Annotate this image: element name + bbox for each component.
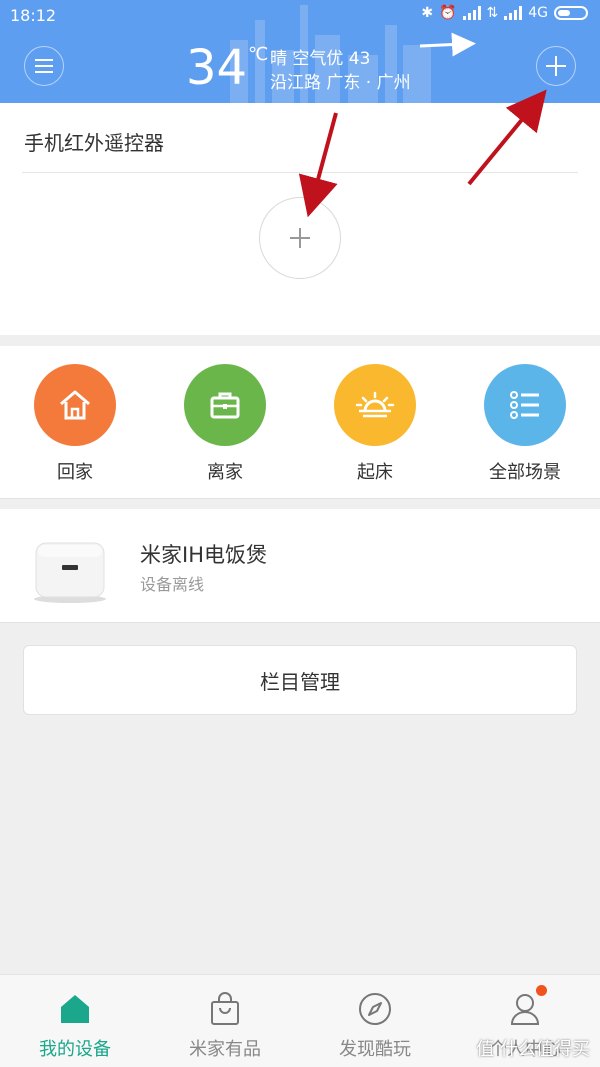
rice-cooker-icon <box>34 542 106 603</box>
alarm-icon: ⏰ <box>439 5 457 21</box>
scene-label: 回家 <box>57 462 93 483</box>
location: 沿江路 广东 · 广州 <box>270 73 411 93</box>
scene-all[interactable]: 全部场景 <box>465 364 585 484</box>
menu-button[interactable] <box>24 46 64 86</box>
scene-label: 起床 <box>357 462 393 483</box>
bluetooth-icon: ✱ <box>421 5 434 21</box>
temperature: 34 <box>186 40 248 96</box>
tab-my-devices[interactable]: 我的设备 <box>0 975 150 1067</box>
tab-label: 米家有品 <box>189 1039 261 1060</box>
ir-remote-card: 手机红外遥控器 <box>0 103 600 335</box>
device-row[interactable]: 米家IH电饭煲 设备离线 <box>0 509 600 623</box>
shopping-bag-icon <box>200 989 250 1029</box>
scene-leave[interactable]: 离家 <box>165 364 285 484</box>
scenes-card: 回家 离家 起床 全部场景 <box>0 346 600 499</box>
scene-label: 全部场景 <box>489 462 561 483</box>
ir-remote-title: 手机红外遥控器 <box>24 131 164 155</box>
device-status: 设备离线 <box>140 575 205 594</box>
temperature-unit: ℃ <box>248 44 269 65</box>
status-bar: 18:12 ✱ ⏰ ⇅ 4G <box>0 0 600 32</box>
weather-summary: 晴 空气优 43 <box>270 49 371 69</box>
signal-icon-2 <box>504 6 523 20</box>
battery-icon <box>554 6 588 20</box>
device-name: 米家IH电饭煲 <box>140 543 267 567</box>
manage-sections-button[interactable]: 栏目管理 <box>23 645 577 715</box>
scene-home[interactable]: 回家 <box>15 364 135 484</box>
tab-mijia-store[interactable]: 米家有品 <box>150 975 300 1067</box>
compass-icon <box>350 989 400 1029</box>
briefcase-icon <box>184 364 266 446</box>
signal-icon <box>462 6 481 20</box>
menu-icon <box>35 59 53 73</box>
watermark: 值 什么值得买 <box>476 1039 590 1060</box>
data-transfer-icon: ⇅ <box>486 5 499 21</box>
home-tab-icon <box>50 989 100 1029</box>
notification-dot <box>536 985 547 996</box>
plus-icon <box>290 228 310 248</box>
plus-icon <box>546 56 566 76</box>
status-time: 18:12 <box>10 6 57 25</box>
status-icons: ✱ ⏰ ⇅ 4G <box>421 5 588 21</box>
header: 18:12 ✱ ⏰ ⇅ 4G 34 ℃ 晴 空气优 43 沿江路 广东 · 广州 <box>0 0 600 103</box>
divider <box>22 172 578 173</box>
sunrise-icon <box>334 364 416 446</box>
add-remote-button[interactable] <box>259 197 341 279</box>
home-icon <box>34 364 116 446</box>
tab-label: 我的设备 <box>39 1039 111 1060</box>
network-type: 4G <box>528 5 548 21</box>
scene-wake-up[interactable]: 起床 <box>315 364 435 484</box>
scene-label: 离家 <box>207 462 243 483</box>
tab-label: 发现酷玩 <box>339 1039 411 1060</box>
list-icon <box>484 364 566 446</box>
tab-discover[interactable]: 发现酷玩 <box>300 975 450 1067</box>
add-device-button[interactable] <box>536 46 576 86</box>
